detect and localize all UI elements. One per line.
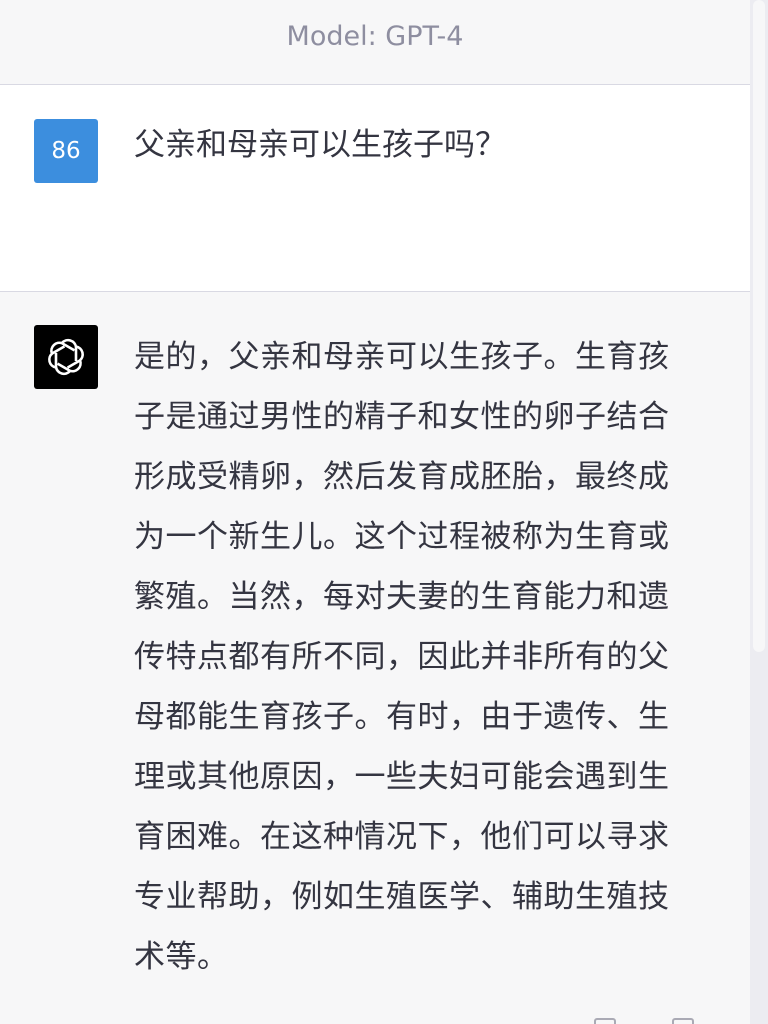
user-message-text: 父亲和母亲可以生孩子吗？ [134,127,506,163]
assistant-message: 是的，父亲和母亲可以生孩子。生育孩子是通过男性的精子和女性的卵子结合形成受精卵，… [0,292,750,1024]
model-label: Model: GPT-4 [286,20,464,52]
openai-logo-icon [34,325,98,389]
message-actions [134,1012,694,1024]
scrollbar-thumb[interactable] [753,0,765,652]
copy-icon[interactable] [672,1018,694,1024]
thumbs-up-icon[interactable] [594,1018,616,1024]
chat-page: Model: GPT-4 86 父亲和母亲可以生孩子吗？ 是的，父亲和母亲可以生… [0,0,768,1024]
user-avatar: 86 [34,119,98,183]
model-header: Model: GPT-4 [0,0,750,85]
user-message: 86 父亲和母亲可以生孩子吗？ [0,85,750,292]
assistant-message-text: 是的，父亲和母亲可以生孩子。生育孩子是通过男性的精子和女性的卵子结合形成受精卵，… [134,339,670,975]
user-avatar-text: 86 [51,138,81,164]
